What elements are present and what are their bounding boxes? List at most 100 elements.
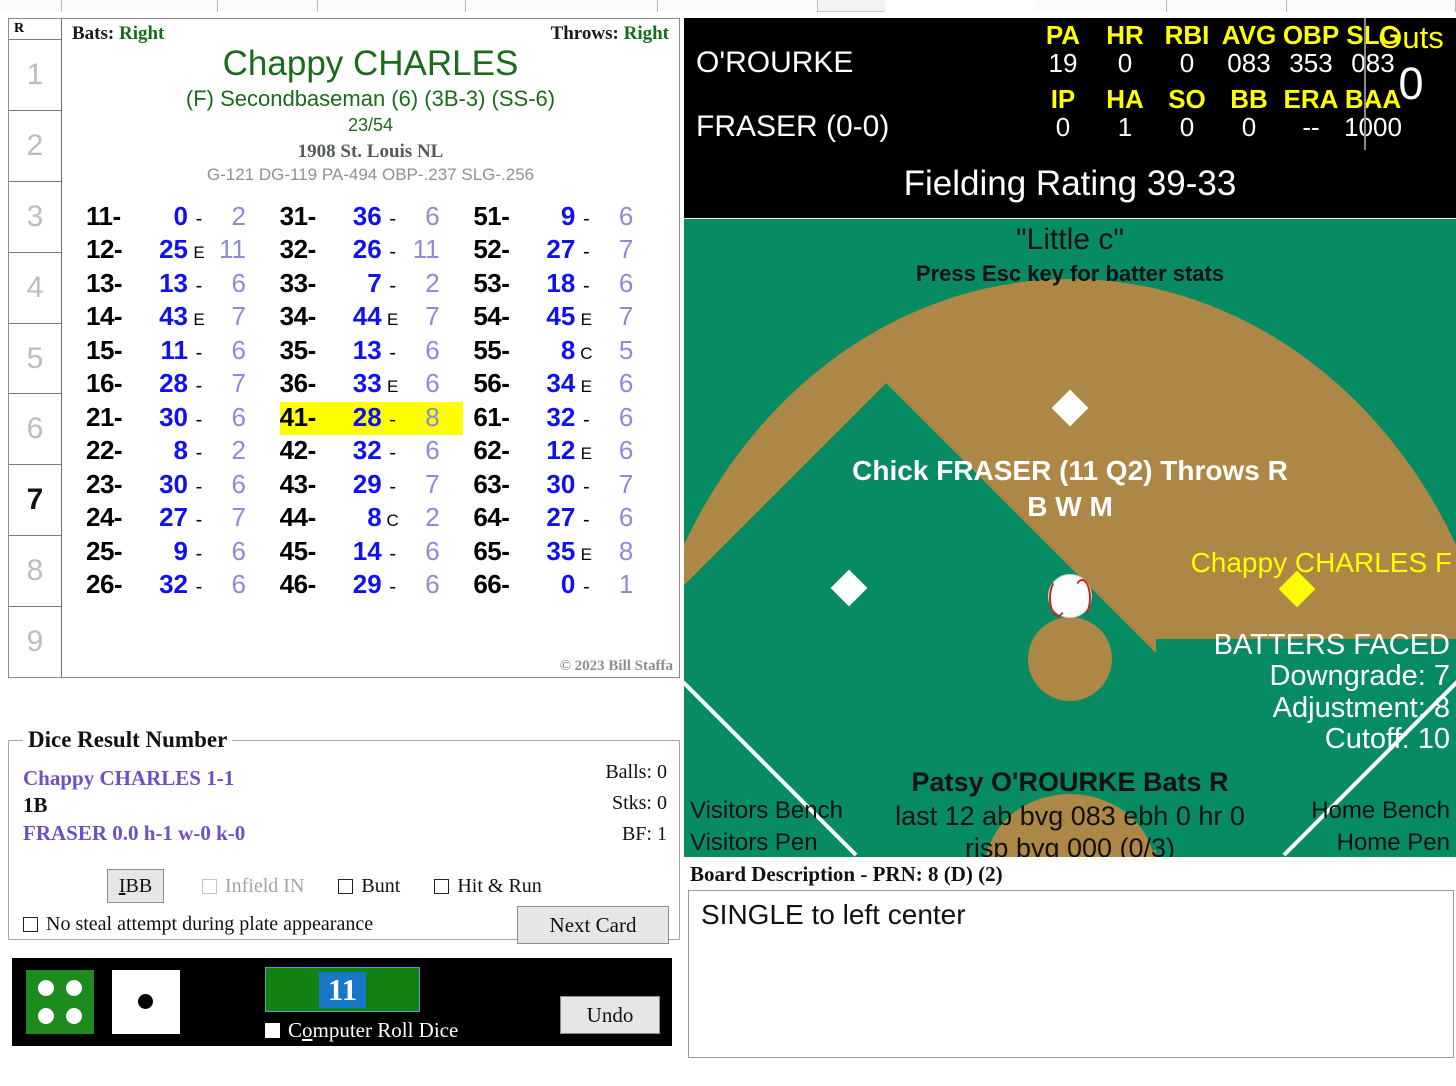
inning-cell-1[interactable]: 1 bbox=[9, 39, 61, 110]
inning-cell-5[interactable]: 5 bbox=[9, 322, 61, 394]
visitors-bench-button[interactable]: Visitors Bench bbox=[690, 797, 843, 825]
dice-row-64: 64- 27- 6 bbox=[473, 502, 657, 536]
dice-row-key: 26- bbox=[86, 569, 123, 600]
value-pa: 19 bbox=[1048, 48, 1078, 78]
header-pa: PA bbox=[1045, 20, 1081, 50]
undo-button[interactable]: Undo bbox=[560, 996, 660, 1034]
green-die[interactable] bbox=[26, 970, 94, 1034]
dice-row-separator: - bbox=[195, 442, 203, 465]
toolbar-segment[interactable] bbox=[1287, 0, 1456, 12]
dice-row-result: 33 bbox=[352, 368, 382, 399]
throws-group: Throws: Right bbox=[551, 23, 669, 45]
dice-row-result: 44 bbox=[352, 301, 382, 332]
dice-row-43: 43- 29- 7 bbox=[280, 469, 464, 503]
toolbar-segment[interactable] bbox=[466, 0, 658, 12]
dice-result-grid: 11- 0-2 31- 36-6 51- 9-6 12- 25 E 11 32- 26-11 52- 27… bbox=[72, 201, 669, 603]
dice-row-secondary: 6 bbox=[231, 468, 246, 499]
dice-row-24: 24- 27- 7 bbox=[86, 502, 270, 536]
board-description-box[interactable]: SINGLE to left center bbox=[688, 890, 1454, 1058]
header-rbi: RBI bbox=[1164, 20, 1210, 50]
toolbar-segment[interactable] bbox=[218, 0, 318, 12]
dice-row-secondary: 6 bbox=[425, 435, 440, 466]
dice-row-51: 51- 9- 6 bbox=[473, 201, 657, 235]
inning-column: R 1 2 3 4 5 6 7 8 9 bbox=[9, 19, 62, 677]
toolbar-segment[interactable] bbox=[1167, 0, 1287, 12]
inning-cell-4[interactable]: 4 bbox=[9, 251, 61, 323]
dice-row-key: 13- bbox=[86, 267, 123, 298]
dice-row-63: 63- 30- 7 bbox=[473, 469, 657, 503]
inning-cell-9[interactable]: 9 bbox=[9, 606, 61, 677]
dice-row-secondary: 7 bbox=[425, 301, 440, 332]
toolbar-gap bbox=[885, 0, 1035, 12]
dice-row-key: 55- bbox=[473, 334, 510, 365]
value-ip: 0 bbox=[1055, 112, 1071, 142]
computer-roll-dice-checkbox[interactable]: Computer Roll Dice bbox=[265, 1018, 458, 1043]
baseball-icon bbox=[1048, 574, 1092, 618]
dice-row-66: 66- 0- 1 bbox=[473, 569, 657, 603]
dice-row-34: 34- 44 E 7 bbox=[280, 301, 464, 335]
inning-cell-8[interactable]: 8 bbox=[9, 535, 61, 606]
dice-row-52: 52- 27- 7 bbox=[473, 234, 657, 268]
dice-row-secondary: 6 bbox=[425, 334, 440, 365]
batters-faced-downgrade: Downgrade: 7 bbox=[1269, 660, 1450, 693]
next-card-button[interactable]: Next Card bbox=[517, 906, 669, 944]
dice-result-legend: Dice Result Number bbox=[23, 727, 233, 753]
dice-row-61: 61- 32- 6 bbox=[473, 402, 657, 436]
dice-row-secondary: 2 bbox=[231, 435, 246, 466]
inning-cell-2[interactable]: 2 bbox=[9, 109, 61, 181]
die-pip bbox=[37, 1008, 54, 1025]
header-hr: HR bbox=[1106, 20, 1144, 50]
batters-faced-cutoff: Cutoff: 10 bbox=[1324, 722, 1450, 755]
toolbar-segment[interactable] bbox=[318, 0, 466, 12]
dice-row-key: 12- bbox=[86, 234, 123, 265]
inning-cell-6[interactable]: 6 bbox=[9, 393, 61, 464]
ibb-button[interactable]: IBB bbox=[107, 869, 164, 903]
header-so: SO bbox=[1168, 84, 1206, 114]
dice-row-result: 35 bbox=[546, 535, 576, 566]
dice-row-result: 8 bbox=[367, 502, 382, 533]
dice-row-12: 12- 25 E 11 bbox=[86, 234, 270, 268]
header-bb: BB bbox=[1230, 84, 1268, 114]
dice-row-key: 22- bbox=[86, 435, 123, 466]
home-bench-button[interactable]: Home Bench bbox=[1311, 797, 1450, 825]
pitchers-mound bbox=[1028, 617, 1112, 701]
dice-row-separator: C bbox=[386, 511, 399, 531]
scoreboard: O'ROURKE PA HR RBI AVG OBP SLG 19 0 0 08… bbox=[684, 18, 1456, 150]
dice-row-result: 12 bbox=[546, 435, 576, 466]
dice-row-35: 35- 13- 6 bbox=[280, 335, 464, 369]
inning-cell-7[interactable]: 7 bbox=[9, 464, 61, 535]
toolbar-segment[interactable] bbox=[658, 0, 818, 12]
dice-row-secondary: 8 bbox=[425, 401, 440, 432]
dice-row-separator: - bbox=[195, 207, 203, 230]
toolbar-segment[interactable] bbox=[0, 0, 62, 12]
dice-row-41: 41- 28- 8 bbox=[279, 401, 464, 436]
play-options-row: IBB Infield IN Bunt Hit & Run bbox=[9, 869, 679, 903]
no-steal-checkbox[interactable]: No steal attempt during plate appearance bbox=[23, 913, 373, 936]
white-die[interactable] bbox=[112, 970, 180, 1034]
dice-row-secondary: 5 bbox=[618, 334, 634, 365]
dice-row-separator: - bbox=[389, 576, 396, 599]
field-diagram[interactable]: "Little c" Press Esc key for batter stat… bbox=[684, 219, 1456, 857]
checkbox-box-icon bbox=[202, 878, 217, 894]
hit-and-run-checkbox[interactable]: Hit & Run bbox=[434, 875, 542, 898]
throws-label: Throws: bbox=[550, 23, 619, 44]
visitors-pen-button[interactable]: Visitors Pen bbox=[690, 829, 818, 857]
dice-row-separator: E bbox=[193, 243, 205, 263]
dice-row-result: 13 bbox=[159, 267, 188, 298]
dice-row-26: 26- 32- 6 bbox=[86, 569, 270, 603]
dice-row-secondary: 7 bbox=[425, 468, 440, 499]
dice-row-secondary: 7 bbox=[618, 468, 634, 499]
value-hr: 0 bbox=[1117, 48, 1133, 78]
home-pen-button[interactable]: Home Pen bbox=[1337, 829, 1450, 857]
dice-row-key: 64- bbox=[473, 502, 510, 533]
infield-in-checkbox[interactable]: Infield IN bbox=[202, 875, 304, 898]
toolbar-segment[interactable] bbox=[62, 0, 218, 12]
computer-roll-dice-label: Computer Roll Dice bbox=[288, 1018, 459, 1042]
dice-row-14: 14- 43 E 7 bbox=[86, 301, 270, 335]
balls-count: Balls: 0 bbox=[605, 761, 667, 783]
header-ha: HA bbox=[1106, 84, 1144, 114]
toolbar-segment[interactable] bbox=[1035, 0, 1167, 12]
bunt-checkbox[interactable]: Bunt bbox=[338, 875, 400, 898]
dice-row-key: 66- bbox=[473, 569, 510, 600]
inning-cell-3[interactable]: 3 bbox=[9, 180, 61, 252]
